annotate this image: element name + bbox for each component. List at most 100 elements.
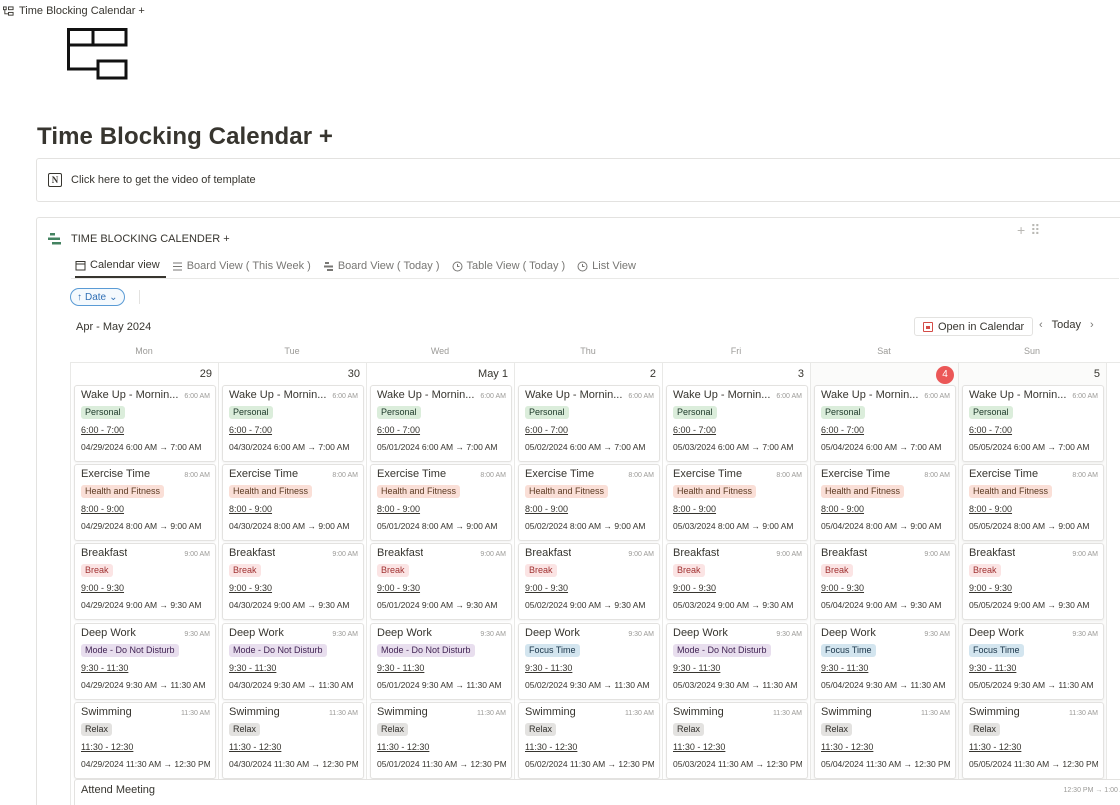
event-range-link[interactable]: 6:00 - 7:00 <box>81 425 210 435</box>
event-range-link[interactable]: 11:30 - 12:30 <box>969 742 1098 752</box>
event-card[interactable]: Wake Up - Mornin... 6:00 AM Personal 6:00 -… <box>222 385 364 462</box>
event-card[interactable]: Swimming 11:30 AM Relax 11:30 - 12:30 05/05/… <box>962 702 1104 779</box>
calendar-grid: 29 Wake Up - Mornin... 6:00 AM Personal 6:00… <box>70 362 1120 805</box>
event-range-link[interactable]: 11:30 - 12:30 <box>377 742 506 752</box>
event-card[interactable]: Breakfast 9:00 AM Break 9:00 - 9:30 04/29/20… <box>74 543 216 620</box>
event-card[interactable]: Breakfast 9:00 AM Break 9:00 - 9:30 05/01/20… <box>370 543 512 620</box>
event-range-link[interactable]: 11:30 - 12:30 <box>673 742 802 752</box>
tab-board-this-week[interactable]: Board View ( This Week ) <box>172 254 317 278</box>
event-range-link[interactable]: 9:30 - 11:30 <box>377 663 506 673</box>
event-range-link[interactable]: 8:00 - 9:00 <box>821 504 950 514</box>
event-card[interactable]: Exercise Time 8:00 AM Health and Fitness 8:… <box>666 464 808 541</box>
event-card[interactable]: Wake Up - Mornin... 6:00 AM Personal 6:00 -… <box>962 385 1104 462</box>
today-button[interactable]: Today <box>1052 319 1081 331</box>
event-range-link[interactable]: 8:00 - 9:00 <box>377 504 506 514</box>
event-range-link[interactable]: 9:30 - 11:30 <box>821 663 950 673</box>
event-range-link[interactable]: 9:30 - 11:30 <box>673 663 802 673</box>
page-structure-icon[interactable] <box>66 27 128 81</box>
event-range-link[interactable]: 9:30 - 11:30 <box>525 663 654 673</box>
date-sort-filter[interactable]: ↑ Date ⌄ <box>70 288 125 306</box>
event-card[interactable]: Swimming 11:30 AM Relax 11:30 - 12:30 05/04/… <box>814 702 956 779</box>
event-card[interactable]: Deep Work 9:30 AM Mode - Do Not Disturb 9:3… <box>370 623 512 700</box>
event-range-link[interactable]: 9:00 - 9:30 <box>525 583 654 593</box>
block-controls[interactable]: + ⠿ <box>1017 222 1040 239</box>
event-card[interactable]: Deep Work 9:30 AM Focus Time 9:30 - 11:30 05… <box>518 623 660 700</box>
event-card[interactable]: Wake Up - Mornin... 6:00 AM Personal 6:00 -… <box>74 385 216 462</box>
event-range-link[interactable]: 6:00 - 7:00 <box>673 425 802 435</box>
day-cell[interactable]: 4 Wake Up - Mornin... 6:00 AM Personal 6:00 … <box>811 363 959 805</box>
day-cell[interactable]: May 1 Wake Up - Mornin... 6:00 AM Personal 6… <box>367 363 515 805</box>
event-card[interactable]: Exercise Time 8:00 AM Health and Fitness 8:… <box>222 464 364 541</box>
event-card[interactable]: Breakfast 9:00 AM Break 9:00 - 9:30 04/30/20… <box>222 543 364 620</box>
tab-list-view[interactable]: List View <box>577 254 642 278</box>
day-cell[interactable]: 2 Wake Up - Mornin... 6:00 AM Personal 6:00 … <box>515 363 663 805</box>
event-range-link[interactable]: 8:00 - 9:00 <box>525 504 654 514</box>
next-arrow-icon[interactable]: › <box>1090 319 1094 331</box>
event-card[interactable]: Breakfast 9:00 AM Break 9:00 - 9:30 05/03/20… <box>666 543 808 620</box>
event-range-link[interactable]: 9:00 - 9:30 <box>377 583 506 593</box>
day-cell[interactable]: 3 Wake Up - Mornin... 6:00 AM Personal 6:00 … <box>663 363 811 805</box>
event-card[interactable]: Exercise Time 8:00 AM Health and Fitness 8:… <box>518 464 660 541</box>
event-card[interactable]: Deep Work 9:30 AM Focus Time 9:30 - 11:30 05… <box>962 623 1104 700</box>
event-range-link[interactable]: 8:00 - 9:00 <box>969 504 1098 514</box>
event-card[interactable]: Deep Work 9:30 AM Mode - Do Not Disturb 9:3… <box>74 623 216 700</box>
event-range-link[interactable]: 8:00 - 9:00 <box>673 504 802 514</box>
event-card[interactable]: Swimming 11:30 AM Relax 11:30 - 12:30 04/29/… <box>74 702 216 779</box>
event-range-link[interactable]: 11:30 - 12:30 <box>229 742 358 752</box>
event-card[interactable]: Deep Work 9:30 AM Focus Time 9:30 - 11:30 05… <box>814 623 956 700</box>
event-range-link[interactable]: 9:00 - 9:30 <box>969 583 1098 593</box>
event-card[interactable]: Breakfast 9:00 AM Break 9:00 - 9:30 05/02/20… <box>518 543 660 620</box>
event-date: 05/01/2024 <box>377 442 420 452</box>
event-range-link[interactable]: 6:00 - 7:00 <box>229 425 358 435</box>
event-card[interactable]: Breakfast 9:00 AM Break 9:00 - 9:30 05/04/20… <box>814 543 956 620</box>
event-range-link[interactable]: 8:00 - 9:00 <box>229 504 358 514</box>
event-range-link[interactable]: 11:30 - 12:30 <box>81 742 210 752</box>
event-range-link[interactable]: 6:00 - 7:00 <box>525 425 654 435</box>
breadcrumb[interactable]: Time Blocking Calendar + <box>3 5 145 17</box>
database-title[interactable]: TIME BLOCKING CALENDER + <box>47 232 230 245</box>
event-card[interactable]: Breakfast 9:00 AM Break 9:00 - 9:30 05/05/20… <box>962 543 1104 620</box>
event-card[interactable]: Exercise Time 8:00 AM Health and Fitness 8:… <box>370 464 512 541</box>
prev-arrow-icon[interactable]: ‹ <box>1039 319 1043 331</box>
event-card[interactable]: Exercise Time 8:00 AM Health and Fitness 8:… <box>74 464 216 541</box>
event-range-link[interactable]: 9:00 - 9:30 <box>229 583 358 593</box>
event-range-link[interactable]: 11:30 - 12:30 <box>525 742 654 752</box>
event-range-link[interactable]: 6:00 - 7:00 <box>377 425 506 435</box>
event-datetime-span: 05/04/2024 6:00 AM → 7:00 AM <box>821 442 950 452</box>
event-range-link[interactable]: 9:00 - 9:30 <box>81 583 210 593</box>
event-card[interactable]: Wake Up - Mornin... 6:00 AM Personal 6:00 -… <box>666 385 808 462</box>
event-card[interactable]: Deep Work 9:30 AM Mode - Do Not Disturb 9:3… <box>222 623 364 700</box>
event-card[interactable]: Wake Up - Mornin... 6:00 AM Personal 6:00 -… <box>814 385 956 462</box>
event-range-link[interactable]: 9:30 - 11:30 <box>969 663 1098 673</box>
day-cell[interactable]: 30 Wake Up - Mornin... 6:00 AM Personal 6:00… <box>219 363 367 805</box>
drag-handle-icon[interactable]: ⠿ <box>1030 222 1040 239</box>
event-range-link[interactable]: 9:30 - 11:30 <box>229 663 358 673</box>
event-range-link[interactable]: 9:00 - 9:30 <box>673 583 802 593</box>
event-card[interactable]: Swimming 11:30 AM Relax 11:30 - 12:30 05/01/… <box>370 702 512 779</box>
event-card[interactable]: Exercise Time 8:00 AM Health and Fitness 8:… <box>814 464 956 541</box>
day-cell[interactable]: 5 Wake Up - Mornin... 6:00 AM Personal 6:00 … <box>959 363 1107 805</box>
video-callout[interactable]: N Click here to get the video of templat… <box>36 158 1120 202</box>
event-range-link[interactable]: 6:00 - 7:00 <box>821 425 950 435</box>
event-tag: Relax <box>81 723 113 736</box>
event-range-link[interactable]: 8:00 - 9:00 <box>81 504 210 514</box>
event-card[interactable]: Swimming 11:30 AM Relax 11:30 - 12:30 05/02/… <box>518 702 660 779</box>
tab-calendar-view[interactable]: Calendar view <box>75 254 166 278</box>
event-range-link[interactable]: 6:00 - 7:00 <box>969 425 1098 435</box>
event-card[interactable]: Wake Up - Mornin... 6:00 AM Personal 6:00 -… <box>370 385 512 462</box>
open-in-calendar-button[interactable]: Open in Calendar <box>914 317 1034 336</box>
event-card[interactable]: Deep Work 9:30 AM Mode - Do Not Disturb 9:3… <box>666 623 808 700</box>
event-card[interactable]: Exercise Time 8:00 AM Health and Fitness 8:… <box>962 464 1104 541</box>
event-card[interactable]: Wake Up - Mornin... 6:00 AM Personal 6:00 -… <box>518 385 660 462</box>
event-range-link[interactable]: 9:00 - 9:30 <box>821 583 950 593</box>
day-cell[interactable]: 29 Wake Up - Mornin... 6:00 AM Personal 6:00… <box>71 363 219 805</box>
event-range-link[interactable]: 11:30 - 12:30 <box>821 742 950 752</box>
multi-day-event[interactable]: Attend Meeting 12:30 PM → 1:00 AM <box>74 779 1120 805</box>
event-card[interactable]: Swimming 11:30 AM Relax 11:30 - 12:30 04/30/… <box>222 702 364 779</box>
event-datetime-span: 05/03/2024 9:00 AM → 9:30 AM <box>673 600 802 610</box>
event-card[interactable]: Swimming 11:30 AM Relax 11:30 - 12:30 05/03/… <box>666 702 808 779</box>
add-icon[interactable]: + <box>1017 222 1025 239</box>
tab-board-today[interactable]: Board View ( Today ) <box>323 254 446 278</box>
tab-table-today[interactable]: Table View ( Today ) <box>452 254 572 278</box>
event-range-link[interactable]: 9:30 - 11:30 <box>81 663 210 673</box>
